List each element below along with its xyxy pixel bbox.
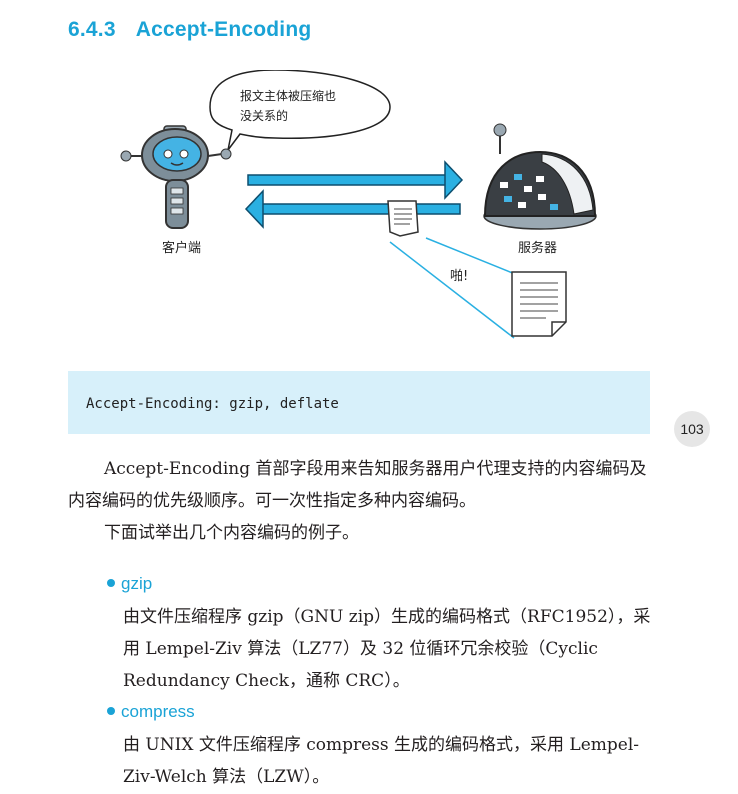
bullet-gzip: gzip — [107, 574, 152, 594]
paragraph-examples: 下面试举出几个内容编码的例子。 — [104, 523, 359, 543]
response-arrow — [244, 189, 461, 229]
paragraph-intro: Accept-Encoding 首部字段用来告知服务器用户代理支持的内容编码及内… — [68, 459, 647, 511]
bullet-dot-icon — [107, 579, 115, 587]
section-title: Accept-Encoding — [135, 18, 312, 41]
bubble-text-line2: 没关系的 — [240, 108, 288, 123]
sound-label: 啪! — [450, 268, 468, 284]
client-robot-icon — [120, 125, 232, 229]
bullet-compress-body: 由 UNIX 文件压缩程序 compress 生成的编码格式，采用 Lempel… — [123, 735, 640, 787]
expand-line-left — [389, 241, 515, 339]
bullet-compress: compress — [107, 702, 195, 722]
bullet-compress-title: compress — [121, 702, 195, 721]
speech-bubble: 报文主体被压缩也 没关系的 — [209, 70, 391, 151]
page-number-badge: 103 — [674, 411, 710, 447]
compressed-document-icon — [387, 200, 419, 237]
code-block: Accept-Encoding: gzip, deflate — [68, 371, 650, 434]
server-robot-icon — [483, 123, 597, 230]
request-arrow — [247, 160, 464, 200]
server-label: 服务器 — [518, 240, 557, 256]
decompressed-document-icon — [511, 271, 567, 337]
bullet-gzip-title: gzip — [121, 574, 153, 593]
bullet-dot-icon — [107, 707, 115, 715]
code-text: Accept-Encoding: gzip, deflate — [86, 396, 339, 412]
client-label: 客户端 — [162, 240, 201, 256]
bubble-text-line1: 报文主体被压缩也 — [240, 88, 336, 103]
bullet-gzip-body: 由文件压缩程序 gzip（GNU zip）生成的编码格式（RFC1952），采用… — [123, 607, 651, 691]
expand-line-right — [425, 237, 521, 277]
section-heading: 6.4.3 Accept-Encoding — [68, 18, 311, 42]
illustration-figure: 报文主体被压缩也 没关系的 客户端 啪! 服务器 — [120, 70, 597, 339]
section-number: 6.4.3 — [68, 18, 116, 41]
